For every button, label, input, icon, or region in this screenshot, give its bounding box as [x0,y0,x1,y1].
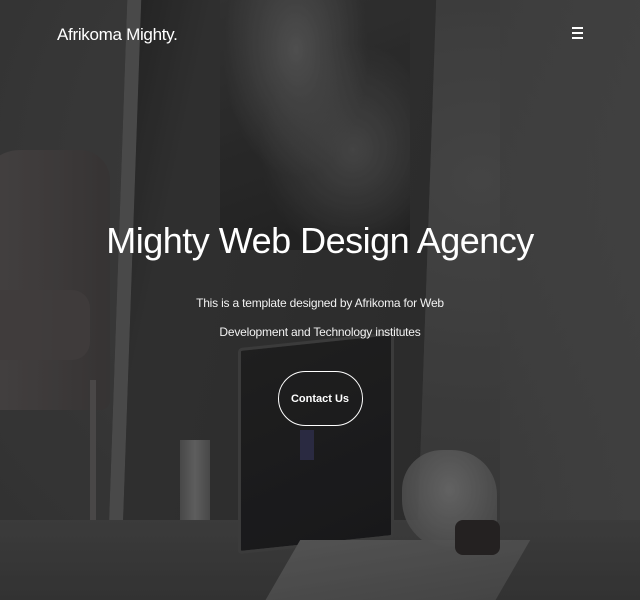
contact-us-button[interactable]: Contact Us [277,371,363,426]
hero-content: Mighty Web Design Agency This is a templ… [0,210,640,426]
menu-bar [572,26,583,29]
hamburger-menu-icon[interactable] [569,25,587,43]
hero-section: Afrikoma Mighty. Mighty Web Design Agenc… [0,0,640,600]
hero-subtitle: This is a template designed by Afrikoma … [196,296,444,339]
hero-title: Mighty Web Design Agency [106,220,534,261]
brand-logo[interactable]: Afrikoma Mighty. [57,25,178,45]
menu-bar [572,31,583,34]
navbar: Afrikoma Mighty. [0,0,640,70]
menu-bar [572,36,583,39]
